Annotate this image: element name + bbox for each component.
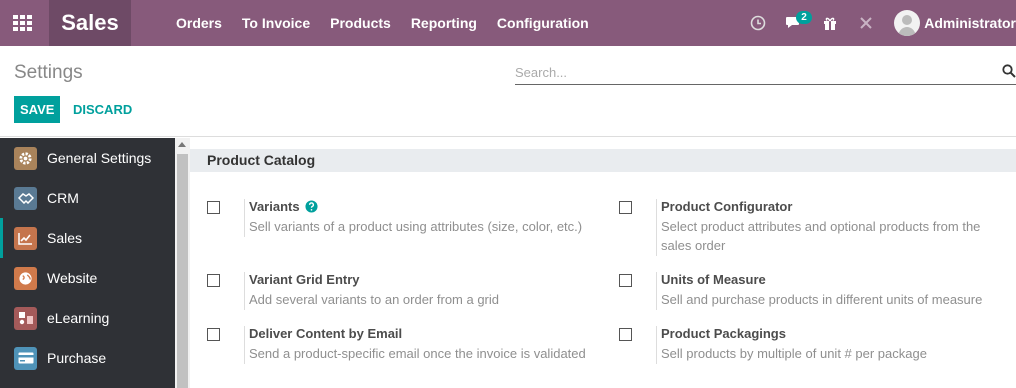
sidebar-item-label: General Settings <box>47 150 152 166</box>
gear-app-icon <box>14 146 37 170</box>
setting-description: Sell and purchase products in different … <box>661 292 983 307</box>
sidebar-item-purchase[interactable]: Purchase <box>0 338 175 378</box>
chat-icon[interactable]: 2 <box>776 0 812 46</box>
menu-configuration[interactable]: Configuration <box>497 15 589 31</box>
settings-content: Product Catalog Variants Sell variants o… <box>190 138 1016 388</box>
sidebar-item-label: Purchase <box>47 350 107 366</box>
systray: 2 Administrator <box>740 0 1016 46</box>
setting-title: Variants <box>249 199 318 214</box>
sidebar-scrollbar[interactable] <box>175 138 190 388</box>
save-button[interactable]: SAVE <box>14 96 61 123</box>
menu-reporting[interactable]: Reporting <box>411 15 477 31</box>
setting-title-text: Variants <box>249 199 300 214</box>
top-navbar: Sales Orders To Invoice Products Reporti… <box>0 0 1016 46</box>
main-menu: Orders To Invoice Products Reporting Con… <box>166 0 599 46</box>
question-circle-icon[interactable] <box>305 200 318 213</box>
settings-sidebar: General Settings CRM Sales Website eLear… <box>0 138 175 388</box>
scroll-thumb[interactable] <box>177 154 188 388</box>
setting-description: Select product attributes and optional p… <box>661 219 981 253</box>
variants-checkbox[interactable] <box>207 201 220 214</box>
page-title: Settings <box>14 62 83 83</box>
setting-description: Add several variants to an order from a … <box>249 292 500 307</box>
setting-divider <box>656 272 657 310</box>
setting-divider <box>244 199 245 237</box>
clock-icon[interactable] <box>740 0 776 46</box>
deliver-content-checkbox[interactable] <box>207 328 220 341</box>
handshake-app-icon <box>14 186 37 210</box>
magnifier-icon[interactable] <box>1002 64 1016 83</box>
units-of-measure-checkbox[interactable] <box>619 274 632 287</box>
menu-to-invoice[interactable]: To Invoice <box>242 15 310 31</box>
setting-title: Product Configurator <box>661 199 793 214</box>
app-brand[interactable]: Sales <box>49 0 131 46</box>
menu-orders[interactable]: Orders <box>176 15 222 31</box>
user-menu[interactable]: Administrator <box>894 0 1016 46</box>
sidebar-item-website[interactable]: Website <box>0 258 175 298</box>
sidebar-item-general-settings[interactable]: General Settings <box>0 138 175 178</box>
sidebar-item-elearning[interactable]: eLearning <box>0 298 175 338</box>
setting-title: Deliver Content by Email <box>249 326 403 341</box>
setting-divider <box>244 326 245 364</box>
sidebar-item-sales[interactable]: Sales <box>0 218 175 258</box>
card-app-icon <box>14 346 37 370</box>
product-packagings-checkbox[interactable] <box>619 328 632 341</box>
section-title: Product Catalog <box>190 149 1016 172</box>
sidebar-item-label: CRM <box>47 190 79 206</box>
sidebar-item-label: eLearning <box>47 310 110 326</box>
user-avatar-icon <box>894 10 921 36</box>
chart-up-app-icon <box>14 226 37 250</box>
gift-icon[interactable] <box>812 0 848 46</box>
search-input[interactable] <box>515 61 995 83</box>
setting-description: Sell products by multiple of unit # per … <box>661 346 927 361</box>
setting-title: Product Packagings <box>661 326 786 341</box>
tools-icon[interactable] <box>848 0 884 46</box>
setting-title: Units of Measure <box>661 272 766 287</box>
user-name: Administrator <box>924 15 1016 31</box>
setting-description: Send a product-specific email once the i… <box>249 346 586 361</box>
control-panel: Settings SAVE DISCARD <box>0 46 1016 137</box>
setting-divider <box>244 272 245 310</box>
setting-divider <box>656 326 657 364</box>
sidebar-item-label: Website <box>47 270 98 286</box>
search-box <box>515 61 1016 85</box>
globe-app-icon <box>14 266 37 290</box>
education-app-icon <box>14 306 37 330</box>
discard-button[interactable]: DISCARD <box>66 96 139 123</box>
variant-grid-entry-checkbox[interactable] <box>207 274 220 287</box>
product-configurator-checkbox[interactable] <box>619 201 632 214</box>
sidebar-item-crm[interactable]: CRM <box>0 178 175 218</box>
menu-products[interactable]: Products <box>330 15 391 31</box>
grid-icon[interactable] <box>0 0 46 46</box>
scroll-up-arrow-icon[interactable] <box>178 142 186 147</box>
setting-description: Sell variants of a product using attribu… <box>249 219 583 234</box>
setting-title: Variant Grid Entry <box>249 272 360 287</box>
setting-divider <box>656 199 657 256</box>
messages-badge: 2 <box>796 11 812 24</box>
sidebar-item-label: Sales <box>47 230 83 246</box>
